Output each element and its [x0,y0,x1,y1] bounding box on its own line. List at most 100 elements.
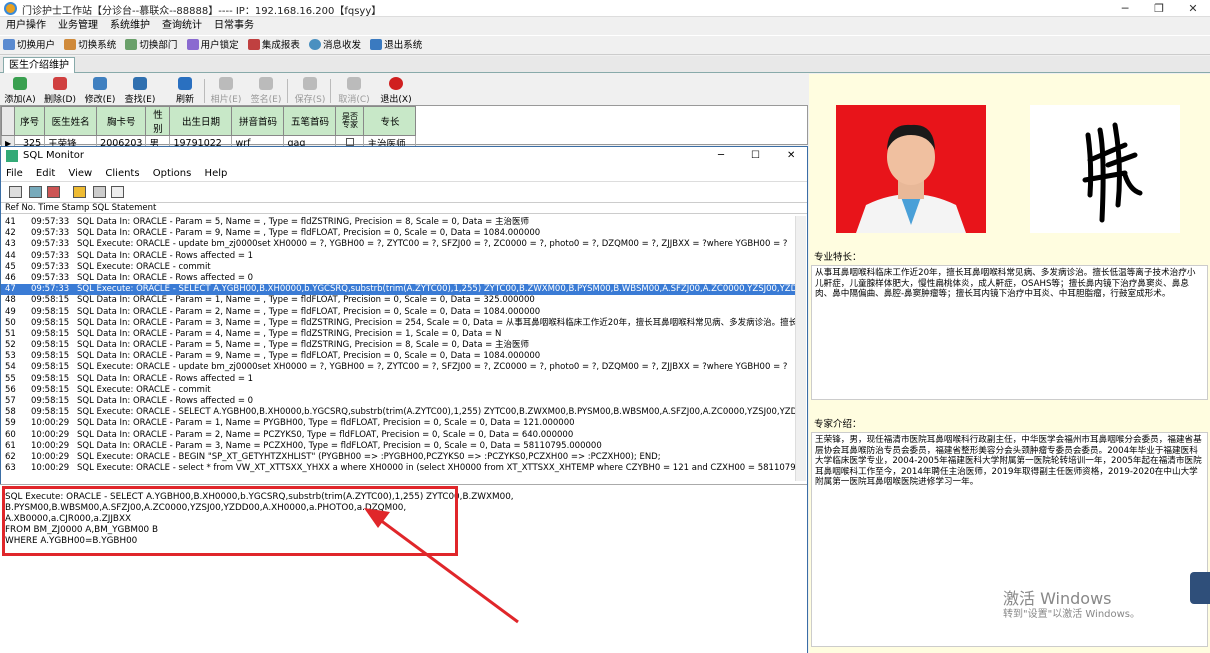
doctor-grid: 序号 医生姓名 胸卡号 性别 出生日期 拼音首码 五笔首码 是否专家 专长 ▶ … [0,105,808,151]
col-birth[interactable]: 出生日期 [169,106,233,136]
edit-icon [93,77,107,90]
switch-user-button[interactable]: 切换用户 [0,36,58,55]
save-log-icon[interactable] [29,186,42,198]
log-scrollbar[interactable] [795,216,806,481]
exit-button[interactable]: 退出(X) [376,77,416,105]
side-widget-icon[interactable] [1190,572,1210,604]
log-row[interactable]: 54 09:58:15 SQL Execute: ORACLE - update b… [1,362,795,373]
lock-icon [186,39,199,50]
grid-header: 序号 医生姓名 胸卡号 性别 出生日期 拼音首码 五笔首码 是否专家 专长 [0,106,417,136]
log-row[interactable]: 41 09:57:33 SQL Data In: ORACLE - Param = … [1,217,795,228]
refresh-button[interactable]: 刷新 [165,77,205,105]
col-expert[interactable]: 是否专家 [335,106,365,136]
minimize-button[interactable]: ─ [1108,0,1142,17]
report-button[interactable]: 集成报表 [245,36,303,55]
log-row[interactable]: 62 10:00:29 SQL Execute: ORACLE - BEGIN "S… [1,452,795,463]
sql-close-button[interactable]: ✕ [787,147,795,165]
col-card[interactable]: 胸卡号 [96,106,147,136]
col-specialty[interactable]: 专长 [363,106,417,136]
sql-menu-edit[interactable]: Edit [36,168,55,179]
annotation-arrow [364,508,519,624]
log-row[interactable]: 59 10:00:29 SQL Data In: ORACLE - Param = … [1,418,795,429]
switch-dept-button[interactable]: 切换部门 [122,36,180,55]
delete-button[interactable]: 删除(D) [40,77,80,105]
menu-user-ops[interactable]: 用户操作 [0,17,52,34]
log-row[interactable]: 49 09:58:15 SQL Data In: ORACLE - Param = … [1,307,795,318]
sql-menu-clients[interactable]: Clients [105,168,139,179]
report-icon [247,39,260,50]
refresh-icon [178,77,192,90]
col-index[interactable]: 序号 [14,106,46,136]
menu-daily[interactable]: 日常事务 [208,17,260,34]
signature-button[interactable]: 签名(E) [246,77,286,105]
tab-strip: 医生介绍维护 [0,56,1210,73]
edit-button[interactable]: 修改(E) [80,77,120,105]
clear-icon[interactable] [93,186,106,198]
save-icon [303,77,317,90]
photo-icon [219,77,233,90]
sql-menu-help[interactable]: Help [205,168,228,179]
log-header: Ref No. Time Stamp SQL Statement [1,203,807,214]
col-pinyin[interactable]: 拼音首码 [231,106,285,136]
col-name[interactable]: 医生姓名 [44,106,98,136]
log-row[interactable]: 44 09:57:33 SQL Data In: ORACLE - Rows aff… [1,251,795,262]
tab-doctor-intro[interactable]: 医生介绍维护 [3,57,75,73]
sql-log-list[interactable]: 41 09:57:33 SQL Data In: ORACLE - Param = … [1,217,795,482]
signature-icon [259,77,273,90]
trace-icon[interactable] [9,186,22,198]
log-row[interactable]: 58 09:58:15 SQL Execute: ORACLE - SELECT A… [1,407,795,418]
doctor-signature [1030,105,1180,233]
log-row[interactable]: 50 09:58:15 SQL Data In: ORACLE - Param = … [1,318,795,329]
action-toolbar: 添加(A) 删除(D) 修改(E) 查找(E) 刷新 相片(E) 签名(E) 保… [0,74,808,105]
log-row[interactable]: 52 09:58:15 SQL Data In: ORACLE - Param = … [1,340,795,351]
log-row[interactable]: 51 09:58:15 SQL Data In: ORACLE - Param = … [1,329,795,340]
sql-menu-view[interactable]: View [68,168,92,179]
sql-monitor-title: SQL Monitor [23,150,84,161]
restore-button[interactable]: ❐ [1142,0,1176,17]
main-toolbar: 切换用户 切换系统 切换部门 用户锁定 集成报表 消息收发 退出系统 [0,35,1210,55]
switch-system-button[interactable]: 切换系统 [61,36,119,55]
log-row[interactable]: 60 10:00:29 SQL Data In: ORACLE - Param = … [1,430,795,441]
log-row[interactable]: 55 09:58:15 SQL Data In: ORACLE - Rows aff… [1,374,795,385]
log-row[interactable]: 57 09:58:15 SQL Data In: ORACLE - Rows aff… [1,396,795,407]
print-icon[interactable] [47,186,60,198]
specialty-textbox[interactable]: 从事耳鼻咽喉科临床工作近20年，擅长耳鼻咽喉科常见病、多发病诊治。擅长低温等离子… [811,265,1208,400]
lock-user-button[interactable]: 用户锁定 [184,36,242,55]
find-button[interactable]: 查找(E) [120,77,160,105]
close-button[interactable]: ✕ [1176,0,1210,17]
user-icon [3,39,15,50]
menu-query[interactable]: 查询统计 [156,17,208,34]
window-title: 门诊护士工作站【分诊台--慕联众--88888】---- IP：192.168.… [22,6,382,17]
add-button[interactable]: 添加(A) [0,77,40,105]
photo-button[interactable]: 相片(E) [206,77,246,105]
col-wubi[interactable]: 五笔首码 [283,106,337,136]
log-row[interactable]: 56 09:58:15 SQL Execute: ORACLE - commit [1,385,795,396]
log-row[interactable]: 43 09:57:33 SQL Execute: ORACLE - update b… [1,239,795,250]
log-row[interactable]: 61 10:00:29 SQL Data In: ORACLE - Param = … [1,441,795,452]
log-row[interactable]: 48 09:58:15 SQL Data In: ORACLE - Param = … [1,295,795,306]
log-row[interactable]: 45 09:57:33 SQL Execute: ORACLE - commit [1,262,795,273]
sql-menu-options[interactable]: Options [153,168,192,179]
pause-icon[interactable] [73,186,86,198]
cancel-button[interactable]: 取消(C) [334,77,374,105]
exit-system-button[interactable]: 退出系统 [367,36,425,55]
doctor-photo [836,105,986,233]
save-button[interactable]: 保存(S) [290,77,330,105]
sql-monitor-icon [6,150,18,162]
info-icon [309,39,322,50]
message-button[interactable]: 消息收发 [306,36,364,55]
options-icon[interactable] [111,186,124,198]
log-row[interactable]: 53 09:58:15 SQL Data In: ORACLE - Param = … [1,351,795,362]
log-row[interactable]: 47 09:57:33 SQL Execute: ORACLE - SELECT A… [1,284,795,296]
sql-minimize-button[interactable]: ─ [718,147,724,165]
title-bar: 门诊护士工作站【分诊台--慕联众--88888】---- IP：192.168.… [0,0,1210,17]
col-gender[interactable]: 性别 [145,106,171,136]
log-row[interactable]: 46 09:57:33 SQL Data In: ORACLE - Rows aff… [1,273,795,284]
sql-maximize-button[interactable]: ☐ [751,147,760,165]
sql-menu-file[interactable]: File [6,168,23,179]
menu-business[interactable]: 业务管理 [52,17,104,34]
log-row[interactable]: 63 10:00:29 SQL Execute: ORACLE - select *… [1,463,795,474]
app-logo-icon [4,2,17,15]
log-row[interactable]: 42 09:57:33 SQL Data In: ORACLE - Param = … [1,228,795,239]
menu-system[interactable]: 系统维护 [104,17,156,34]
